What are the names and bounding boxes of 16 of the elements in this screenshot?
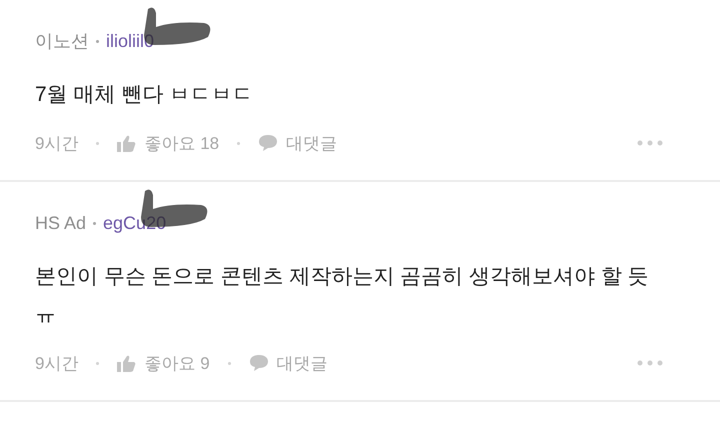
comment-text: 본인이 무슨 돈으로 콘텐츠 제작하는지 곰곰히 생각해보셔야 할 듯 ㅠ	[35, 264, 650, 328]
thumbs-up-icon	[117, 354, 136, 372]
speech-bubble-icon	[258, 134, 278, 152]
comment-time: 9시간	[35, 352, 78, 374]
author-name: 이노션	[35, 30, 89, 53]
more-options-icon[interactable]	[637, 140, 663, 146]
comment-text: 7월 매체 뺀다 ㅂㄷㅂㄷ	[35, 82, 254, 108]
thumbs-up-icon	[117, 134, 136, 152]
comment-time: 9시간	[35, 132, 78, 154]
more-options-icon[interactable]	[637, 360, 663, 366]
reply-button[interactable]: 대댓글	[258, 132, 338, 154]
speech-bubble-icon	[248, 354, 269, 372]
reply-button[interactable]: 대댓글	[248, 352, 328, 374]
like-button[interactable]: 좋아요 18	[117, 132, 220, 154]
author-name: HS Ad	[35, 212, 86, 234]
like-button[interactable]: 좋아요 9	[117, 352, 210, 374]
